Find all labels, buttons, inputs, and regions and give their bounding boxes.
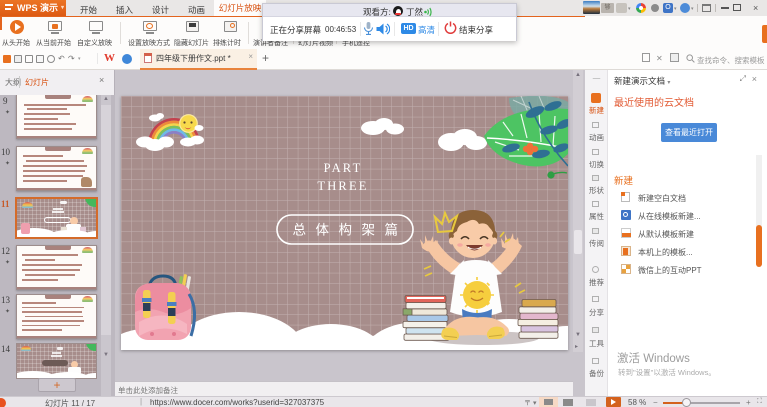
svg-text:THREE: THREE — [317, 179, 368, 193]
svg-text:PART: PART — [324, 161, 363, 175]
svg-text:总体构架篇: 总体构架篇 — [293, 223, 408, 238]
